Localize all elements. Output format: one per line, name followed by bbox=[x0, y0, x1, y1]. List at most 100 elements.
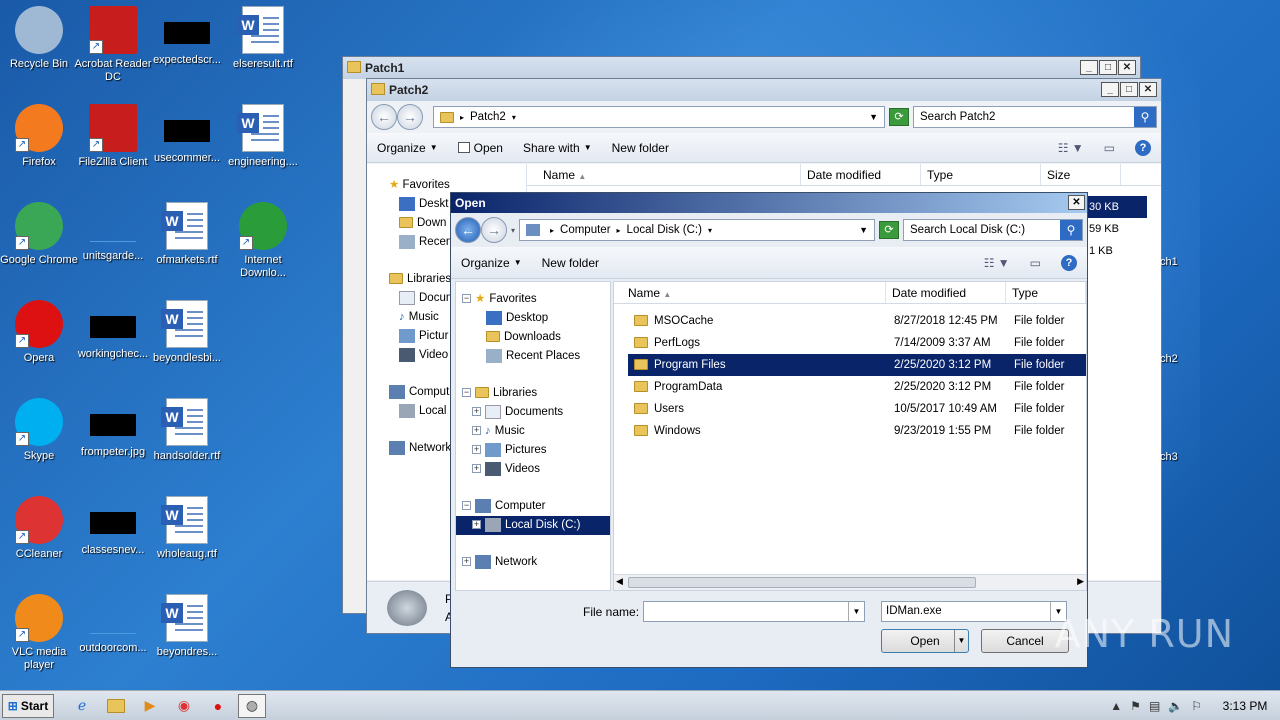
file-row[interactable]: Windows 9/23/2019 1:55 PM File folder bbox=[628, 420, 1086, 442]
view-options-icon[interactable]: ☷ ▼ bbox=[974, 256, 1020, 270]
search-input[interactable]: Search Patch2 ⚲ bbox=[913, 106, 1157, 128]
volume-icon[interactable]: 🔈 bbox=[1168, 699, 1183, 713]
close-button[interactable]: ✕ bbox=[1118, 60, 1136, 75]
expand-toggle[interactable]: + bbox=[462, 557, 471, 567]
open-dialog[interactable]: Open ✕ ← → ▾ ▸ Computer ▸ Local Disk (C:… bbox=[450, 192, 1088, 668]
nav-pictures[interactable]: + Pictures bbox=[456, 441, 610, 460]
minimize-button[interactable]: _ bbox=[1080, 60, 1098, 75]
column-name[interactable]: Name ▲ bbox=[614, 282, 886, 303]
preview-pane-icon[interactable]: ▭ bbox=[1094, 141, 1125, 155]
address-bar[interactable]: ▸ Computer ▸ Local Disk (C:) ▾ ▼ bbox=[519, 219, 875, 241]
expand-toggle[interactable]: + bbox=[472, 407, 481, 417]
nav-libraries[interactable]: − Libraries bbox=[456, 384, 610, 403]
back-button[interactable]: ← bbox=[371, 104, 397, 130]
show-hidden-icons-icon[interactable]: ▲ bbox=[1110, 699, 1122, 713]
scrollbar-thumb[interactable] bbox=[628, 577, 976, 588]
desktop-icon[interactable]: ↗ CCleaner bbox=[0, 496, 78, 561]
patch1-titlebar[interactable]: Patch1 _ □ ✕ bbox=[343, 57, 1140, 79]
scroll-right-icon[interactable]: ▶ bbox=[1077, 576, 1084, 587]
start-button[interactable]: ⊞ Start bbox=[2, 693, 54, 718]
nav-recent-places[interactable]: Recent Places bbox=[456, 347, 610, 366]
nav-network[interactable]: + Network bbox=[456, 553, 610, 572]
flag-icon[interactable]: ⚐ bbox=[1191, 699, 1202, 713]
expand-toggle[interactable]: + bbox=[472, 464, 481, 474]
desktop-icon[interactable]: Wwholeaug.rtf bbox=[148, 496, 226, 561]
desktop-icon[interactable]: Wbeyondlesbi... bbox=[148, 300, 226, 365]
file-row[interactable]: PerfLogs 7/14/2009 3:37 AM File folder bbox=[628, 332, 1086, 354]
maximize-button[interactable]: □ bbox=[1120, 82, 1138, 97]
open-dialog-titlebar[interactable]: Open ✕ bbox=[451, 193, 1087, 213]
nav-local-disk[interactable]: + Local Disk (C:) bbox=[456, 516, 610, 535]
desktop-icon[interactable]: Welseresult.rtf bbox=[224, 6, 302, 71]
desktop-icon[interactable]: unitsgarde... bbox=[74, 202, 152, 263]
desktop-icon[interactable]: ↗ VLC media player bbox=[0, 594, 78, 672]
action-center-icon[interactable]: ⚑ bbox=[1130, 699, 1141, 713]
column-type[interactable]: Type bbox=[921, 164, 1041, 185]
file-row[interactable]: Users 10/5/2017 10:49 AM File folder bbox=[628, 398, 1086, 420]
explorer-icon[interactable] bbox=[102, 694, 130, 718]
filename-input[interactable]: ▼ bbox=[643, 601, 865, 622]
column-date[interactable]: Date modified bbox=[886, 282, 1006, 303]
help-icon[interactable]: ? bbox=[1125, 139, 1161, 156]
new-folder-button[interactable]: New folder bbox=[602, 141, 679, 155]
recent-pages-icon[interactable]: ▾ bbox=[511, 226, 515, 235]
collapse-toggle[interactable]: − bbox=[462, 501, 471, 511]
expand-toggle[interactable]: + bbox=[472, 426, 481, 436]
desktop-icon[interactable]: Recycle Bin bbox=[0, 6, 78, 71]
desktop-icon[interactable]: ↗ FileZilla Client bbox=[74, 104, 152, 169]
chevron-down-icon[interactable]: ▼ bbox=[848, 602, 864, 621]
network-icon[interactable]: ▤ bbox=[1149, 699, 1160, 713]
file-row[interactable]: Program Files 2/25/2020 3:12 PM File folde… bbox=[628, 354, 1086, 376]
opera-icon[interactable]: ● bbox=[204, 694, 232, 718]
close-button[interactable]: ✕ bbox=[1068, 195, 1085, 210]
nav-videos[interactable]: + Videos bbox=[456, 460, 610, 479]
nav-documents[interactable]: + Documents bbox=[456, 403, 610, 422]
desktop-icon[interactable]: frompeter.jpg bbox=[74, 398, 152, 459]
desktop-icon[interactable]: classesnev... bbox=[74, 496, 152, 557]
column-date[interactable]: Date modified bbox=[801, 164, 921, 185]
forward-button[interactable]: → bbox=[397, 104, 423, 130]
dropdown-arrow-icon[interactable]: ▼ bbox=[859, 225, 868, 235]
maximize-button[interactable]: □ bbox=[1099, 60, 1117, 75]
desktop-icon[interactable]: Wbeyondres... bbox=[148, 594, 226, 659]
scroll-left-icon[interactable]: ◀ bbox=[616, 576, 623, 587]
horizontal-scrollbar[interactable]: ◀ ▶ bbox=[614, 574, 1086, 590]
expand-toggle[interactable]: + bbox=[472, 520, 481, 530]
desktop-icon[interactable]: ↗ Acrobat Reader DC bbox=[74, 6, 152, 84]
desktop-icon[interactable]: ↗ Skype bbox=[0, 398, 78, 463]
organize-button[interactable]: Organize ▼ bbox=[367, 141, 448, 155]
desktop-icon[interactable]: outdoorcom... bbox=[74, 594, 152, 655]
desktop-icon[interactable]: Wofmarkets.rtf bbox=[148, 202, 226, 267]
expand-toggle[interactable]: + bbox=[472, 445, 481, 455]
patch2-titlebar[interactable]: Patch2 _ □ ✕ bbox=[367, 79, 1161, 101]
column-type[interactable]: Type bbox=[1006, 282, 1086, 303]
nav-downloads[interactable]: Downloads bbox=[456, 328, 610, 347]
open-button[interactable]: Open bbox=[448, 141, 513, 155]
forward-button[interactable]: → bbox=[481, 217, 507, 243]
collapse-toggle[interactable]: − bbox=[462, 294, 471, 304]
chevron-down-icon[interactable]: ▼ bbox=[954, 630, 968, 652]
preview-pane-icon[interactable]: ▭ bbox=[1020, 256, 1051, 270]
breadcrumb-local-disk[interactable]: Local Disk (C:) bbox=[627, 224, 702, 236]
desktop-icon[interactable]: ↗ Google Chrome bbox=[0, 202, 78, 267]
desktop-icon[interactable]: ↗ Internet Downlo... bbox=[224, 202, 302, 280]
nav-favorites[interactable]: − ★ Favorites bbox=[456, 290, 610, 309]
refresh-icon[interactable]: ⟳ bbox=[889, 108, 909, 126]
search-icon[interactable]: ⚲ bbox=[1060, 220, 1082, 240]
nav-music[interactable]: + ♪ Music bbox=[456, 422, 610, 441]
desktop-icon[interactable]: expectedscr... bbox=[148, 6, 226, 67]
new-folder-button[interactable]: New folder bbox=[532, 256, 609, 270]
chrome-icon[interactable]: ◉ bbox=[170, 694, 198, 718]
desktop-icon[interactable]: ↗ Opera bbox=[0, 300, 78, 365]
desktop-icon[interactable]: usecommer... bbox=[148, 104, 226, 165]
nav-computer[interactable]: − Computer bbox=[456, 497, 610, 516]
column-name[interactable]: Name ▲ bbox=[527, 164, 801, 185]
clock[interactable]: 3:13 PM bbox=[1210, 699, 1280, 713]
file-row[interactable]: ProgramData 2/25/2020 3:12 PM File folder bbox=[628, 376, 1086, 398]
collapse-toggle[interactable]: − bbox=[462, 388, 471, 398]
organize-button[interactable]: Organize ▼ bbox=[451, 256, 532, 270]
desktop-icon[interactable]: Whandsolder.rtf bbox=[148, 398, 226, 463]
search-input[interactable]: Search Local Disk (C:) ⚲ bbox=[903, 219, 1083, 241]
address-bar[interactable]: ▸ Patch2 ▾ ▼ bbox=[433, 106, 885, 128]
desktop-icon[interactable]: ↗ Firefox bbox=[0, 104, 78, 169]
